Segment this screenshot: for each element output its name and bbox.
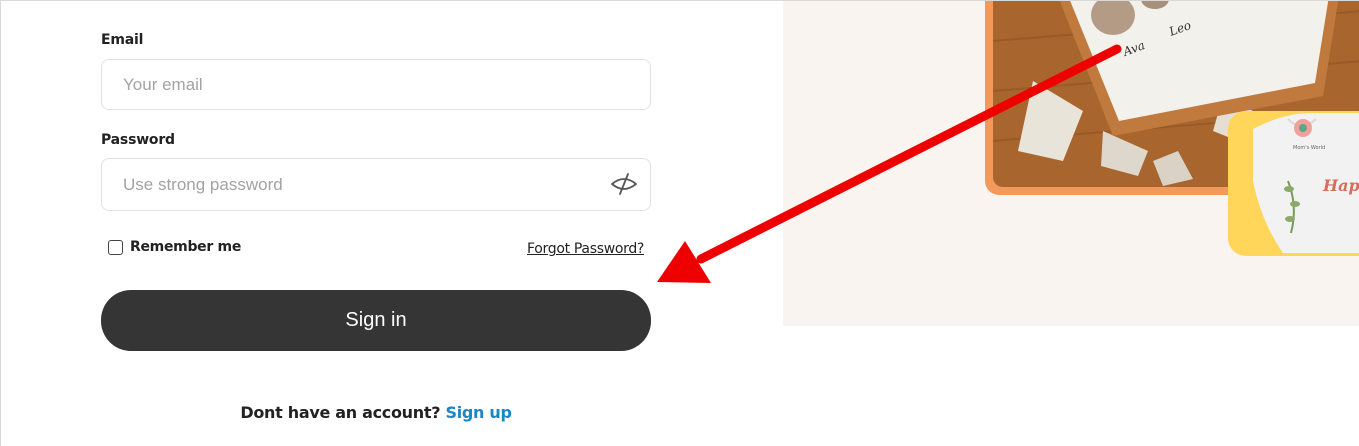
signup-prompt: Dont have an account? Sign up [101,403,651,422]
remember-me-checkbox[interactable] [108,239,123,255]
eye-slash-icon[interactable] [610,172,638,196]
shirt-logo-text: Mom's World [1293,145,1325,151]
promo-image: Ava Leo Mom's World Happy Mot Da [985,1,1359,256]
signup-prompt-text: Dont have an account? [240,403,441,422]
email-input[interactable] [102,60,650,109]
promo-panel: Ava Leo Mom's World Happy Mot Da [783,1,1359,326]
sign-in-page: Email Password Remember me Forgot Passwo… [0,0,1359,446]
sign-in-button-label: Sign in [345,309,407,331]
password-field[interactable] [101,158,651,211]
email-field[interactable] [101,59,651,110]
forgot-password-link[interactable]: Forgot Password? [527,241,644,257]
remember-me[interactable]: Remember me [108,239,241,255]
sign-in-button[interactable]: Sign in [101,290,651,351]
password-input[interactable] [102,159,650,210]
shirt-text: Happy Mot Da [1322,176,1359,195]
sign-up-link[interactable]: Sign up [445,403,511,422]
password-label: Password [101,132,175,148]
remember-me-label: Remember me [130,239,242,255]
email-label: Email [101,32,144,48]
